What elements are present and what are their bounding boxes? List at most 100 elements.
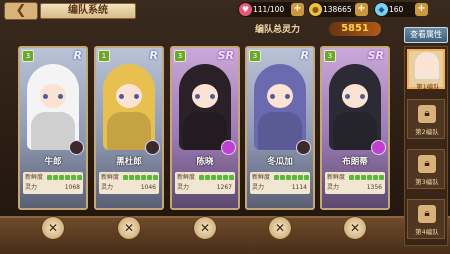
character-portrait bbox=[103, 64, 155, 150]
gold-value: 138665 bbox=[323, 5, 352, 14]
card-stats: 新鲜度 灵力 1356 bbox=[325, 172, 385, 194]
gold-counter: ● 138665 + bbox=[308, 2, 368, 17]
team-slot-2[interactable]: 🔒︎ 第2编队 bbox=[407, 99, 445, 139]
lock-icon: 🔒︎ bbox=[418, 105, 436, 123]
card-stats: 新鲜度 灵力 1267 bbox=[175, 172, 235, 194]
skill-icon bbox=[371, 140, 386, 155]
freshness-bar bbox=[199, 175, 234, 180]
lock-icon: 🔒︎ bbox=[418, 205, 436, 223]
team-slot-1[interactable]: 第1编队 bbox=[407, 49, 445, 91]
character-name: 黑杜郎 bbox=[116, 157, 142, 167]
cooking-tools-button[interactable]: ✕ bbox=[117, 216, 141, 240]
back-arrow-icon: ❮ bbox=[15, 3, 27, 18]
freshness-bar bbox=[123, 175, 158, 180]
power-label: 灵力 bbox=[101, 184, 114, 191]
card-stats: 新鲜度 灵力 1046 bbox=[99, 172, 159, 194]
team-leader-avatar bbox=[415, 52, 439, 79]
power-label: 灵力 bbox=[327, 184, 340, 191]
utensils-icon: ✕ bbox=[349, 221, 361, 235]
character-card[interactable]: 3 R 牛郎 新鲜度 灵力 1068 bbox=[18, 46, 88, 210]
freshness-label: 新鲜度 bbox=[327, 174, 346, 181]
rarity-badge: R bbox=[300, 49, 309, 62]
portrait-eyes bbox=[270, 94, 290, 99]
stamina-value: 111/100 bbox=[253, 5, 285, 14]
freshness-label: 新鲜度 bbox=[252, 174, 271, 181]
skill-icon bbox=[145, 140, 160, 155]
power-label: 灵力 bbox=[25, 184, 38, 191]
cooking-tools-button[interactable]: ✕ bbox=[268, 216, 292, 240]
total-power-label: 编队总灵力 bbox=[255, 25, 301, 35]
power-value: 1114 bbox=[291, 184, 307, 191]
utensils-icon: ✕ bbox=[274, 221, 286, 235]
power-value: 1356 bbox=[366, 184, 382, 191]
rarity-badge: R bbox=[149, 49, 158, 62]
rarity-badge: R bbox=[73, 49, 82, 62]
power-label: 灵力 bbox=[252, 184, 265, 191]
character-name: 牛郎 bbox=[44, 157, 62, 167]
level-badge: 1 bbox=[98, 50, 110, 62]
freshness-label: 新鲜度 bbox=[101, 174, 120, 181]
character-card[interactable]: 3 R 冬瓜加 新鲜度 灵力 1114 bbox=[245, 46, 315, 210]
add-gold-button[interactable]: + bbox=[355, 3, 368, 16]
cooking-tools-button[interactable]: ✕ bbox=[343, 216, 367, 240]
power-label: 灵力 bbox=[177, 184, 190, 191]
card-stats: 新鲜度 灵力 1114 bbox=[250, 172, 310, 194]
skill-icon bbox=[221, 140, 236, 155]
level-badge: 3 bbox=[174, 50, 186, 62]
team-label: 第4编队 bbox=[415, 228, 439, 236]
character-portrait bbox=[27, 64, 79, 150]
freshness-bar bbox=[349, 175, 384, 180]
heart-icon: ♥ bbox=[239, 3, 252, 16]
team-label: 第3编队 bbox=[415, 178, 439, 186]
level-badge: 3 bbox=[249, 50, 261, 62]
skill-icon bbox=[69, 140, 84, 155]
character-name: 冬瓜加 bbox=[267, 157, 293, 167]
freshness-label: 新鲜度 bbox=[177, 174, 196, 181]
portrait-eyes bbox=[345, 94, 365, 99]
coin-icon: ● bbox=[309, 3, 322, 16]
character-portrait bbox=[254, 64, 306, 150]
portrait-eyes bbox=[119, 94, 139, 99]
card-stats: 新鲜度 灵力 1068 bbox=[23, 172, 83, 194]
character-name: 陈晓 bbox=[196, 157, 214, 167]
gem-value: 160 bbox=[389, 5, 404, 14]
team-label: 第2编队 bbox=[415, 128, 439, 136]
rarity-badge: SR bbox=[217, 49, 234, 62]
total-power-value: 5851 bbox=[329, 22, 381, 36]
add-gem-button[interactable]: + bbox=[415, 3, 428, 16]
freshness-bar bbox=[274, 175, 309, 180]
character-card[interactable]: 1 R 黑杜郎 新鲜度 灵力 1046 bbox=[94, 46, 164, 210]
portrait-eyes bbox=[43, 94, 63, 99]
character-portrait bbox=[329, 64, 381, 150]
power-value: 1267 bbox=[216, 184, 232, 191]
stamina-counter: ♥ 111/100 + bbox=[238, 2, 304, 17]
skill-icon bbox=[296, 140, 311, 155]
gem-icon: ◆ bbox=[375, 3, 388, 16]
team-slot-4[interactable]: 🔒︎ 第4编队 bbox=[407, 199, 445, 239]
utensils-icon: ✕ bbox=[47, 221, 59, 235]
power-value: 1068 bbox=[64, 184, 80, 191]
team-slot-3[interactable]: 🔒︎ 第3编队 bbox=[407, 149, 445, 189]
add-stamina-button[interactable]: + bbox=[291, 3, 304, 16]
utensils-icon: ✕ bbox=[199, 221, 211, 235]
level-badge: 3 bbox=[22, 50, 34, 62]
character-name: 布朗蒂 bbox=[342, 157, 368, 167]
bottom-plank bbox=[0, 216, 450, 254]
team-panel: 第1编队 🔒︎ 第2编队 🔒︎ 第3编队 🔒︎ 第4编队 bbox=[404, 46, 448, 246]
character-card[interactable]: 3 SR 布朗蒂 新鲜度 灵力 1356 bbox=[320, 46, 390, 210]
utensils-icon: ✕ bbox=[123, 221, 135, 235]
freshness-bar bbox=[47, 175, 82, 180]
top-bar: ❮ 编队系统 ♥ 111/100 + ● 138665 + ◆ 160 + bbox=[0, 0, 450, 21]
level-badge: 3 bbox=[324, 50, 336, 62]
total-power: 编队总灵力 5851 bbox=[245, 21, 395, 37]
back-button[interactable]: ❮ bbox=[4, 2, 38, 20]
gem-counter: ◆ 160 + bbox=[374, 2, 428, 17]
page-title: 编队系统 bbox=[40, 3, 136, 19]
lock-icon: 🔒︎ bbox=[418, 155, 436, 173]
cooking-tools-button[interactable]: ✕ bbox=[193, 216, 217, 240]
power-value: 1046 bbox=[140, 184, 156, 191]
rarity-badge: SR bbox=[367, 49, 384, 62]
cooking-tools-button[interactable]: ✕ bbox=[41, 216, 65, 240]
character-card[interactable]: 3 SR 陈晓 新鲜度 灵力 1267 bbox=[170, 46, 240, 210]
view-attributes-button[interactable]: 查看属性 bbox=[404, 27, 448, 43]
